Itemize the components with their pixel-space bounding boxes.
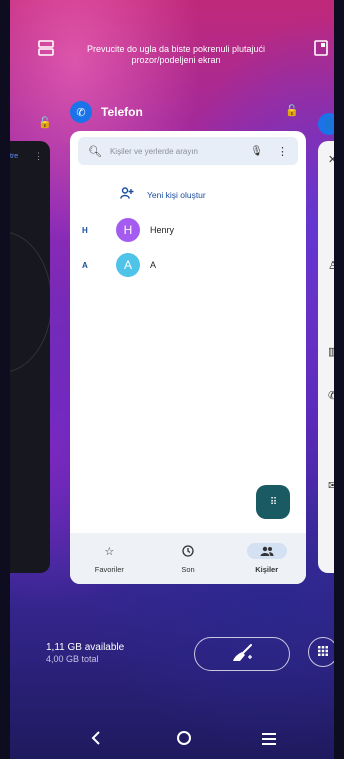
app-grid-button[interactable] [308,637,334,667]
lock-icon[interactable]: 🔓 [38,116,52,129]
more-vert-icon: ⋮ [34,151,43,161]
broom-icon [231,643,253,665]
search-bar[interactable]: 🔍︎ Kişiler ve yerlerde arayın 🎙︎ ⋮ [78,137,298,165]
section-letter: A [82,260,88,270]
recent-app-card-left[interactable]: tre ⋮ [10,141,50,573]
search-icon: 🔍︎ [88,145,102,158]
tab-favorites[interactable]: ☆ Favoriler [70,533,149,584]
back-button[interactable] [90,730,102,751]
contact-row[interactable]: H H Henry [70,217,306,243]
more-vert-icon[interactable]: ⋮ [277,145,288,158]
lock-icon[interactable]: 🔓 [285,104,299,117]
add-person-icon [120,187,142,202]
drag-hint-text: Prevucite do ugla da biste pokrenuli plu… [86,44,266,65]
create-contact-label: Yeni kişi oluştur [147,189,206,200]
dialpad-icon: ⠿ [269,496,277,508]
recent-app-label: tre [10,153,19,160]
grid-icon [318,645,328,659]
recents-button[interactable] [261,732,277,750]
memory-available: 1,11 GB available [46,642,125,653]
phone-icon: ✆ [328,390,334,402]
section-letter: H [82,225,88,235]
bottom-navigation: ☆ Favoriler Son Kişiler [70,533,306,584]
tab-label: Favoriler [94,565,124,574]
home-button[interactable] [176,730,192,751]
search-placeholder: Kişiler ve yerlerde arayın [109,146,199,156]
mic-icon[interactable]: 🎙︎ [250,146,263,157]
business-icon: ▥ [328,346,334,358]
create-contact-button[interactable]: Yeni kişi oluştur [120,187,206,202]
mail-icon: ✉ [328,480,334,492]
contacts-app-icon[interactable]: 👤 [318,113,334,135]
people-icon [246,543,287,559]
app-preview-graphic [10,231,50,373]
memory-total: 4,00 GB total [46,654,99,664]
clear-all-button[interactable] [194,637,290,671]
contact-row[interactable]: A A A [70,252,306,278]
avatar: A [116,253,140,277]
tab-label: Kişiler [255,565,279,574]
tab-recents[interactable]: Son [149,533,228,584]
phone-app-icon[interactable]: ✆ [70,101,92,123]
tab-contacts[interactable]: Kişiler [227,533,306,584]
contact-name: A [150,260,157,270]
dialpad-button[interactable]: ⠿ [256,485,290,519]
avatar: H [116,218,140,242]
recents-screen: Prevucite do ugla da biste pokrenuli plu… [10,0,334,759]
close-icon: ✕ [328,154,334,166]
contact-name: Henry [150,225,175,235]
app-header: ✆ Telefon [70,101,143,123]
tab-label: Son [181,565,195,574]
split-screen-icon[interactable] [38,40,54,61]
person-icon: ♙ [328,260,334,272]
star-icon: ☆ [104,545,115,558]
app-name: Telefon [101,105,143,119]
floating-window-icon[interactable] [314,40,328,61]
phone-app-card[interactable]: 🔍︎ Kişiler ve yerlerde arayın 🎙︎ ⋮ Yeni … [70,131,306,584]
clock-icon [168,543,208,559]
recent-app-card-right[interactable]: ✕ ♙ ▥ ✆ ✉ [318,141,334,573]
